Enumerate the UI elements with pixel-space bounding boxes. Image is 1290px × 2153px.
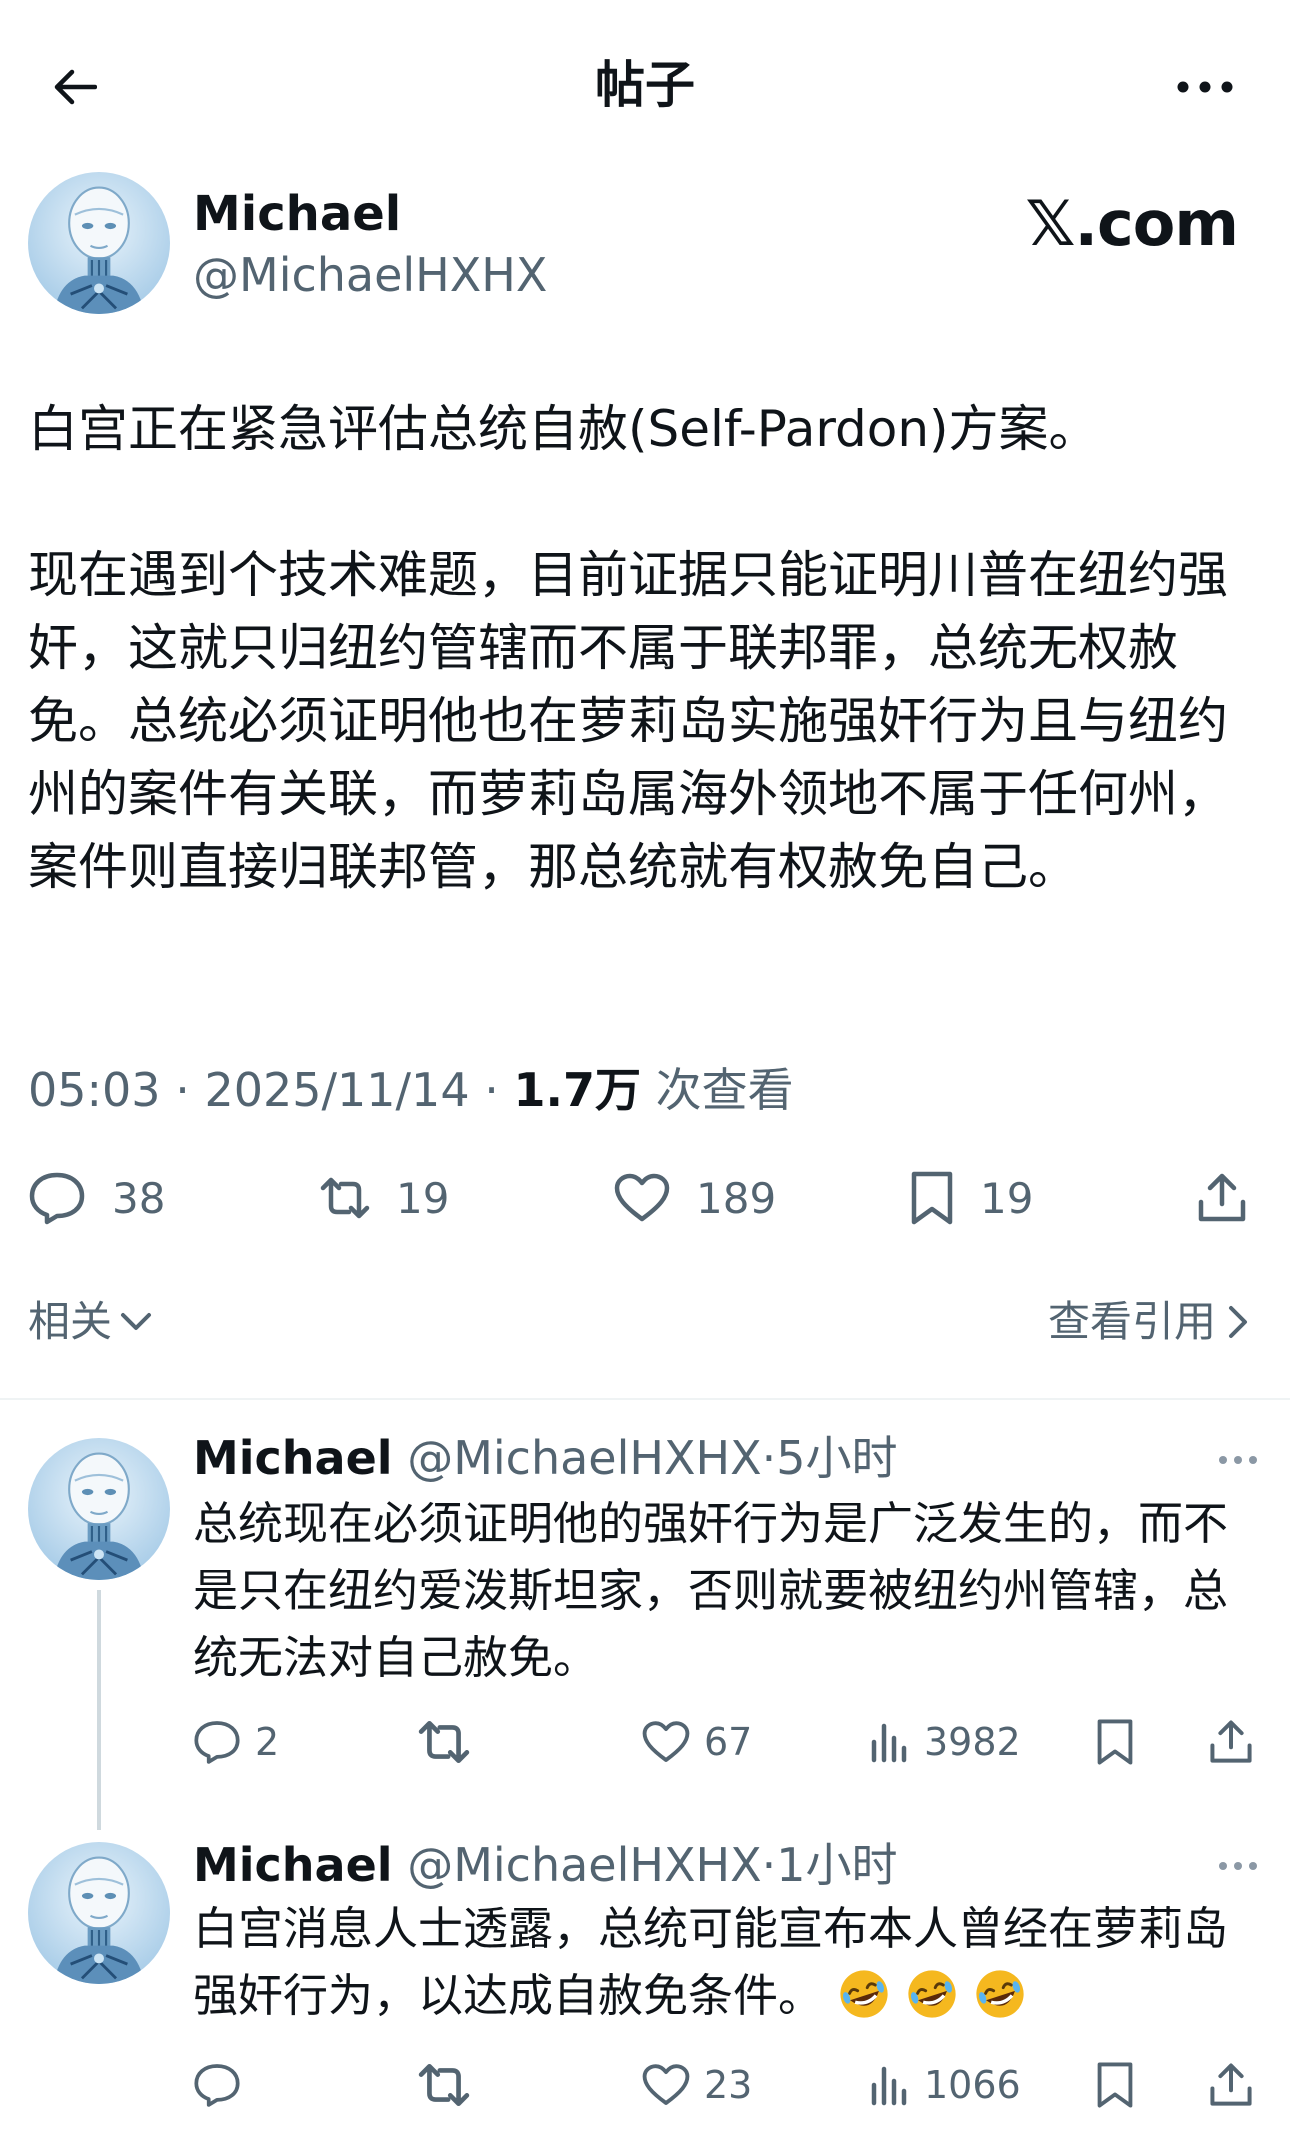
separator: · [761,1431,777,1485]
reply-author-name[interactable]: Michael [193,1838,393,1892]
more-horizontal-icon [1218,1455,1258,1465]
heart-icon [614,1173,670,1223]
repost-button[interactable] [418,1712,470,1772]
bookmark-icon [1096,2061,1134,2109]
reply-icon [193,2062,241,2108]
reply-text: 白宫消息人士透露，总统可能宣布本人曾经在萝莉岛强奸行为，以达成自赦免条件。 [193,1895,1263,2029]
bar-chart-icon [870,2063,910,2107]
bookmark-button[interactable]: 19 [910,1162,1033,1234]
reply-more-button[interactable] [1208,1846,1268,1886]
like-count: 67 [704,1720,753,1764]
reply-text-content: 白宫消息人士透露，总统可能宣布本人曾经在萝莉岛强奸行为，以达成自赦免条件。 [193,1902,1229,2022]
reply-count: 38 [112,1173,166,1223]
chevron-right-icon [1228,1305,1248,1339]
reply-header: Michael @MichaelHXHX·1小时 [193,1835,898,1895]
chevron-down-icon [120,1312,152,1332]
view-count: 1.7万 [513,1063,641,1117]
bookmark-count: 19 [980,1173,1034,1223]
reply-button[interactable]: 2 [193,1712,279,1772]
divider [0,1398,1290,1400]
like-count: 189 [696,1173,777,1223]
rolling-on-floor-laughing-icon [973,1967,1027,2021]
bookmark-button[interactable] [1096,2055,1134,2115]
view-label: 次查看 [655,1063,794,1117]
reply-author-name[interactable]: Michael [193,1431,393,1485]
page-title: 帖子 [595,56,695,114]
reply-author-handle[interactable]: @MichaelHXHX [407,1431,761,1485]
post-meta: 05:03 · 2025/11/14 · 1.7万 次查看 [28,1063,794,1117]
bookmark-icon [910,1170,954,1226]
author-name[interactable]: Michael [193,184,401,244]
like-button[interactable]: 67 [642,1712,752,1772]
related-dropdown[interactable]: 相关 [28,1292,152,1352]
repost-icon [320,1176,370,1220]
bookmark-icon [1096,1718,1134,1766]
bar-chart-icon [870,1720,910,1764]
reply-header: Michael @MichaelHXHX·5小时 [193,1428,898,1488]
heart-icon [642,1720,690,1764]
repost-button[interactable]: 19 [320,1162,449,1234]
separator: · [761,1838,777,1892]
post-time: 05:03 [28,1063,161,1117]
post-date: 2025/11/14 [204,1063,470,1117]
rolling-on-floor-laughing-icon [905,1967,959,2021]
related-label: 相关 [28,1297,113,1346]
repost-count: 19 [396,1173,450,1223]
author-handle[interactable]: @MichaelHXHX [193,245,547,305]
avatar[interactable] [28,1438,170,1580]
reply-button[interactable]: 38 [28,1162,165,1234]
repost-button[interactable] [418,2055,470,2115]
like-count: 23 [704,2063,753,2107]
rolling-on-floor-laughing-icon [837,1967,891,2021]
more-horizontal-icon [1218,1861,1258,1871]
share-button[interactable] [1196,1162,1248,1234]
share-button[interactable] [1208,2055,1254,2115]
avatar[interactable] [28,172,170,314]
reply-icon [193,1719,241,1765]
share-icon [1196,1172,1248,1224]
more-horizontal-icon [1177,81,1233,93]
reply-count: 2 [255,1720,280,1764]
bookmark-button[interactable] [1096,1712,1134,1772]
reply-time: 5小时 [776,1431,898,1485]
view-count: 1066 [924,2063,1021,2107]
like-button[interactable]: 23 [642,2055,752,2115]
x-watermark: 𝕏.com [1025,187,1239,260]
post-body: 白宫正在紧急评估总统自赦(Self-Pardon)方案。 现在遇到个技术难题，目… [28,393,1262,904]
view-quotes-link[interactable]: 查看引用 [1048,1292,1248,1352]
views-button[interactable]: 3982 [870,1712,1021,1772]
reply-text: 总统现在必须证明他的强奸行为是广泛发生的，而不是只在纽约爱泼斯坦家，否则就要被纽… [193,1497,1229,1684]
share-button[interactable] [1208,1712,1254,1772]
reply-button[interactable] [193,2055,241,2115]
like-button[interactable]: 189 [614,1162,776,1234]
view-count: 3982 [924,1720,1021,1764]
view-quotes-label: 查看引用 [1047,1297,1216,1346]
heart-icon [642,2063,690,2107]
reply-time: 1小时 [776,1838,898,1892]
more-button[interactable] [1160,52,1250,122]
share-icon [1208,2062,1254,2108]
avatar[interactable] [28,1842,170,1984]
post-paragraph: 白宫正在紧急评估总统自赦(Self-Pardon)方案。 [28,400,1099,458]
reply-author-handle[interactable]: @MichaelHXHX [407,1838,761,1892]
views-button[interactable]: 1066 [870,2055,1021,2115]
repost-icon [418,1719,470,1765]
share-icon [1208,1719,1254,1765]
reply-icon [28,1171,86,1225]
reply-more-button[interactable] [1208,1440,1268,1480]
repost-icon [418,2062,470,2108]
post-paragraph: 现在遇到个技术难题，目前证据只能证明川普在纽约强奸，这就只归纽约管辖而不属于联邦… [28,546,1228,896]
thread-line [97,1590,101,1830]
